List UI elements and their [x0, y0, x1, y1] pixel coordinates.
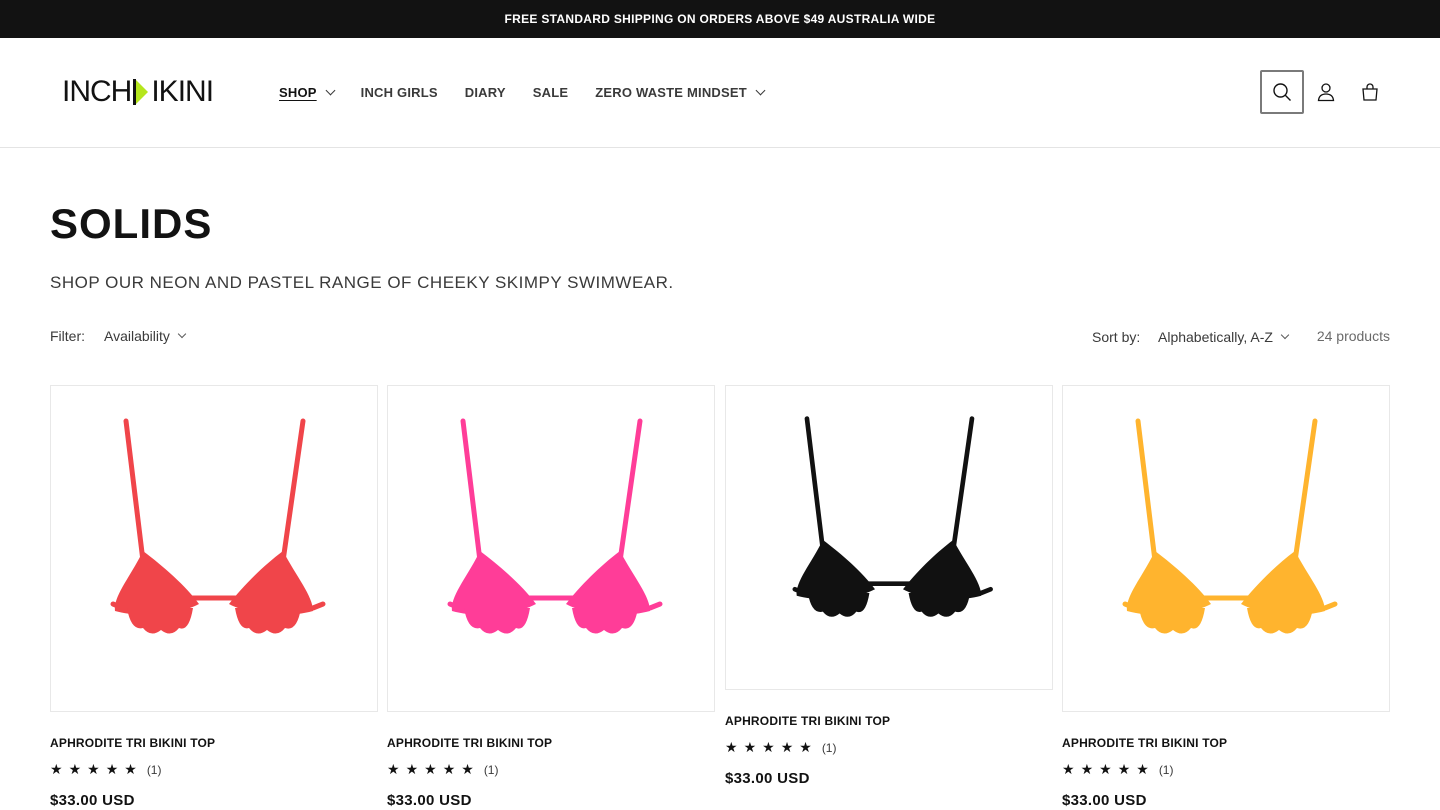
- main-nav: SHOP INCH GIRLS DIARY SALE ZERO WASTE MI…: [279, 82, 791, 102]
- nav-item-sale[interactable]: SALE: [533, 85, 568, 100]
- review-count: (1): [483, 762, 499, 777]
- logo-text-left: INCH: [62, 75, 132, 108]
- chevron-down-icon: [1280, 330, 1290, 340]
- nav-label-sale: SALE: [532, 84, 569, 100]
- review-count: (1): [821, 740, 837, 755]
- nav-item-shop[interactable]: SHOP: [279, 84, 336, 100]
- product-rating: ★ ★ ★ ★ ★ (1): [1062, 761, 1390, 778]
- review-count: (1): [1158, 762, 1174, 777]
- star-icon: ★: [68, 761, 82, 777]
- search-button[interactable]: [1260, 70, 1304, 114]
- star-icon: ★: [442, 761, 456, 777]
- logo-bolt-icon: [133, 79, 149, 105]
- star-icon: ★: [743, 739, 757, 755]
- star-icon: ★: [105, 761, 119, 777]
- product-rating: ★ ★ ★ ★ ★ (1): [50, 761, 378, 778]
- product-rating: ★ ★ ★ ★ ★ (1): [387, 761, 715, 778]
- bikini-top-image: [110, 418, 326, 634]
- star-icon: ★: [50, 761, 63, 777]
- nav-label-zero-waste: ZERO WASTE MINDSET: [595, 84, 747, 100]
- star-icon: ★: [725, 739, 738, 755]
- header-icons: [1260, 70, 1392, 114]
- star-icon: ★: [405, 761, 419, 777]
- filter-bar: Filter: Availability Sort by: Alphabetic…: [50, 328, 1390, 348]
- product-name[interactable]: APHRODITE TRI BIKINI TOP: [387, 736, 715, 750]
- product-card[interactable]: APHRODITE TRI BIKINI TOP ★ ★ ★ ★ ★ (1) $…: [387, 385, 715, 809]
- product-card[interactable]: APHRODITE TRI BIKINI TOP ★ ★ ★ ★ ★ (1) $…: [725, 385, 1053, 787]
- availability-filter[interactable]: Availability: [104, 328, 187, 344]
- star-icon: ★: [461, 761, 474, 777]
- star-icon: ★: [780, 739, 794, 755]
- cart-button[interactable]: [1348, 70, 1392, 114]
- product-price: $33.00 USD: [50, 792, 135, 809]
- account-icon: [1317, 83, 1335, 102]
- product-image[interactable]: [387, 385, 715, 712]
- nav-item-inch-girls[interactable]: INCH GIRLS: [361, 85, 438, 100]
- product-card[interactable]: APHRODITE TRI BIKINI TOP ★ ★ ★ ★ ★ (1) $…: [1062, 385, 1390, 809]
- sort-label: Sort by:: [1092, 329, 1141, 345]
- collection-title: SOLIDS: [50, 200, 213, 247]
- nav-item-zero-waste-mindset[interactable]: ZERO WASTE MINDSET: [595, 84, 766, 100]
- star-icon: ★: [87, 761, 100, 777]
- product-price: $33.00 USD: [1062, 792, 1147, 809]
- product-image[interactable]: [50, 385, 378, 712]
- logo[interactable]: INCH IKINI: [62, 75, 214, 108]
- announcement-text: FREE STANDARD SHIPPING ON ORDERS ABOVE $…: [504, 12, 936, 26]
- sort-selected-value: Alphabetically, A-Z: [1158, 329, 1273, 345]
- star-icon: ★: [1117, 761, 1131, 777]
- review-count: (1): [146, 762, 162, 777]
- product-name[interactable]: APHRODITE TRI BIKINI TOP: [725, 714, 1053, 728]
- bikini-top-image: [792, 416, 993, 617]
- product-price: $33.00 USD: [725, 770, 810, 787]
- chevron-down-icon: [325, 85, 336, 95]
- chevron-down-icon: [755, 85, 766, 95]
- collection-description: SHOP OUR NEON AND PASTEL RANGE OF CHEEKY…: [50, 273, 674, 292]
- star-icon: ★: [1136, 761, 1149, 777]
- bikini-top-image: [447, 418, 663, 634]
- search-icon: [1273, 83, 1291, 101]
- product-count: 24 products: [1316, 328, 1390, 344]
- filter-label: Filter:: [50, 328, 85, 344]
- star-icon: ★: [1080, 761, 1094, 777]
- bikini-top-image: [1122, 418, 1338, 634]
- availability-label: Availability: [104, 328, 170, 344]
- nav-label-shop: SHOP: [279, 84, 317, 100]
- star-icon: ★: [387, 761, 400, 777]
- account-button[interactable]: [1304, 70, 1348, 114]
- nav-item-diary[interactable]: DIARY: [465, 85, 506, 100]
- star-icon: ★: [1062, 761, 1075, 777]
- product-image[interactable]: [725, 385, 1053, 690]
- announcement-bar: FREE STANDARD SHIPPING ON ORDERS ABOVE $…: [0, 0, 1440, 38]
- nav-label-diary: DIARY: [464, 84, 506, 100]
- star-icon: ★: [124, 761, 137, 777]
- star-icon: ★: [1099, 761, 1112, 777]
- product-card[interactable]: APHRODITE TRI BIKINI TOP ★ ★ ★ ★ ★ (1) $…: [50, 385, 378, 809]
- product-image[interactable]: [1062, 385, 1390, 712]
- site-header: INCH IKINI SHOP INCH GIRLS DIARY SALE ZE…: [0, 38, 1440, 148]
- star-icon: ★: [762, 739, 775, 755]
- logo-text-right: IKINI: [151, 75, 214, 108]
- star-icon: ★: [424, 761, 437, 777]
- cart-icon: [1362, 83, 1378, 101]
- chevron-down-icon: [177, 329, 187, 339]
- sort-select[interactable]: Alphabetically, A-Z: [1158, 329, 1290, 345]
- product-name[interactable]: APHRODITE TRI BIKINI TOP: [1062, 736, 1390, 750]
- product-price: $33.00 USD: [387, 792, 472, 809]
- product-name[interactable]: APHRODITE TRI BIKINI TOP: [50, 736, 378, 750]
- star-icon: ★: [799, 739, 812, 755]
- product-rating: ★ ★ ★ ★ ★ (1): [725, 739, 1053, 756]
- nav-label-inch-girls: INCH GIRLS: [360, 84, 438, 100]
